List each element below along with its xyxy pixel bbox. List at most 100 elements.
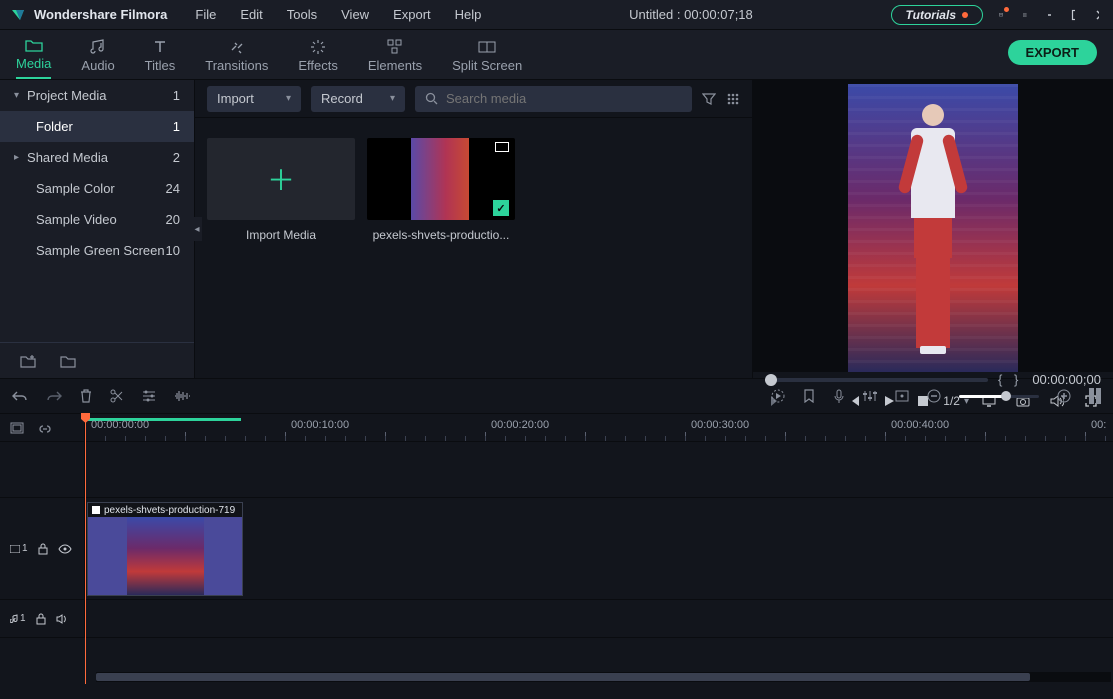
tab-transitions[interactable]: Transitions — [205, 38, 268, 79]
menu-file[interactable]: File — [185, 3, 226, 26]
messages-icon[interactable] — [995, 9, 1007, 21]
lock-icon[interactable] — [38, 543, 48, 555]
timeline-spacer-track — [0, 442, 1113, 498]
ruler-tick-label: 00:00:30:00 — [691, 419, 749, 431]
sidebar-item-folder[interactable]: Folder 1 — [0, 111, 194, 142]
zoom-fit-button[interactable] — [1089, 388, 1101, 404]
audio-wave-button[interactable] — [174, 390, 190, 402]
sidebar-item-sample-video[interactable]: Sample Video 20 — [0, 204, 194, 235]
sidebar-item-label: Folder — [36, 119, 73, 134]
menu-view[interactable]: View — [331, 3, 379, 26]
preview-canvas[interactable] — [753, 80, 1113, 372]
media-clip-card[interactable]: ✓ pexels-shvets-productio... — [367, 138, 515, 242]
in-out-braces[interactable]: { } — [998, 372, 1022, 387]
split-button[interactable] — [110, 389, 124, 403]
menu-help[interactable]: Help — [445, 3, 492, 26]
category-tabs: Media Audio Titles Transitions Effects E… — [0, 30, 1113, 80]
sidebar-item-count: 20 — [166, 212, 180, 227]
folder-icon — [25, 36, 43, 54]
split-screen-icon — [478, 38, 496, 56]
crop-button[interactable] — [895, 390, 909, 402]
ruler-tick-label: 00:00:20:00 — [491, 419, 549, 431]
dropdown-label: Import — [217, 91, 254, 106]
delete-button[interactable] — [80, 389, 92, 403]
tab-effects[interactable]: Effects — [298, 38, 338, 79]
timeline-scrollbar[interactable] — [96, 672, 1111, 682]
marker-button[interactable] — [803, 389, 815, 403]
tab-label: Audio — [81, 58, 114, 73]
redo-button[interactable] — [46, 390, 62, 402]
lock-icon[interactable] — [36, 613, 46, 625]
tab-label: Media — [16, 56, 51, 71]
mixer-button[interactable] — [863, 390, 877, 402]
timeline-video-track[interactable]: 1 pexels-shvets-production-719 — [0, 498, 1113, 600]
grid-view-icon[interactable] — [726, 92, 740, 106]
sidebar-item-count: 24 — [166, 181, 180, 196]
tab-titles[interactable]: Titles — [145, 38, 176, 79]
tab-label: Effects — [298, 58, 338, 73]
tab-audio[interactable]: Audio — [81, 38, 114, 79]
link-toggle-button[interactable] — [38, 422, 52, 434]
search-input[interactable] — [446, 91, 682, 106]
sidebar-item-label: Shared Media — [27, 150, 108, 165]
titlebar: Wondershare Filmora File Edit Tools View… — [0, 0, 1113, 30]
zoom-in-button[interactable] — [1057, 389, 1071, 403]
tab-media[interactable]: Media — [16, 36, 51, 79]
window-close-button[interactable] — [1091, 9, 1103, 21]
app-logo-icon — [10, 7, 26, 23]
sidebar-item-project-media[interactable]: ▾Project Media 1 — [0, 80, 194, 111]
window-minimize-button[interactable] — [1043, 9, 1055, 21]
menu-edit[interactable]: Edit — [230, 3, 272, 26]
menu-export[interactable]: Export — [383, 3, 441, 26]
render-button[interactable] — [771, 389, 785, 403]
timeline-audio-track[interactable]: 1 — [0, 600, 1113, 638]
record-dropdown[interactable]: Record▾ — [311, 86, 405, 112]
used-check-icon: ✓ — [493, 200, 509, 216]
undo-button[interactable] — [12, 390, 28, 402]
tab-label: Elements — [368, 58, 422, 73]
search-box[interactable] — [415, 86, 692, 112]
sidebar-item-label: Sample Video — [36, 212, 117, 227]
tutorials-button[interactable]: Tutorials — [891, 5, 983, 25]
preview-pane: { } 00:00:00;00 1/2▾ — [753, 80, 1113, 378]
scrollbar-thumb[interactable] — [96, 673, 1030, 681]
sidebar-collapse-handle[interactable]: ◂ — [192, 217, 202, 241]
new-folder-icon[interactable] — [20, 354, 36, 368]
window-maximize-button[interactable] — [1067, 9, 1079, 21]
import-media-card[interactable]: ＋ Import Media — [207, 138, 355, 242]
sidebar-item-shared-media[interactable]: ▸Shared Media 2 — [0, 142, 194, 173]
voiceover-button[interactable] — [833, 389, 845, 403]
play-icon — [92, 506, 100, 514]
tab-split-screen[interactable]: Split Screen — [452, 38, 522, 79]
zoom-slider[interactable] — [959, 395, 1039, 398]
tutorials-label: Tutorials — [906, 8, 956, 22]
audio-track-label: 1 — [10, 613, 26, 624]
eye-icon[interactable] — [58, 544, 72, 554]
menu-tools[interactable]: Tools — [277, 3, 327, 26]
search-icon — [425, 92, 438, 105]
playhead[interactable] — [85, 414, 86, 684]
timeline: 00:00:00:00 00:00:10:00 00:00:20:00 00:0… — [0, 414, 1113, 684]
sidebar-item-sample-color[interactable]: Sample Color 24 — [0, 173, 194, 204]
sidebar-item-label: Sample Color — [36, 181, 115, 196]
task-list-icon[interactable] — [1019, 9, 1031, 21]
sidebar-item-sample-green-screen[interactable]: Sample Green Screen 10 — [0, 235, 194, 266]
zoom-slider-handle[interactable] — [1001, 391, 1011, 401]
export-button[interactable]: EXPORT — [1008, 40, 1097, 65]
speaker-icon[interactable] — [56, 614, 68, 624]
folder-icon[interactable] — [60, 354, 76, 368]
menubar: File Edit Tools View Export Help — [185, 3, 491, 26]
effects-icon — [310, 38, 326, 56]
adjust-button[interactable] — [142, 390, 156, 402]
preview-scrubber[interactable] — [765, 378, 988, 382]
filter-icon[interactable] — [702, 92, 716, 106]
dropdown-label: Record — [321, 91, 363, 106]
timeline-clip[interactable]: pexels-shvets-production-719 — [87, 502, 243, 596]
tab-elements[interactable]: Elements — [368, 38, 422, 79]
zoom-out-button[interactable] — [927, 389, 941, 403]
track-manager-button[interactable] — [10, 422, 24, 434]
scrubber-handle[interactable] — [765, 374, 777, 386]
import-dropdown[interactable]: Import▾ — [207, 86, 301, 112]
tab-label: Split Screen — [452, 58, 522, 73]
timeline-ruler[interactable]: 00:00:00:00 00:00:10:00 00:00:20:00 00:0… — [85, 414, 1113, 441]
